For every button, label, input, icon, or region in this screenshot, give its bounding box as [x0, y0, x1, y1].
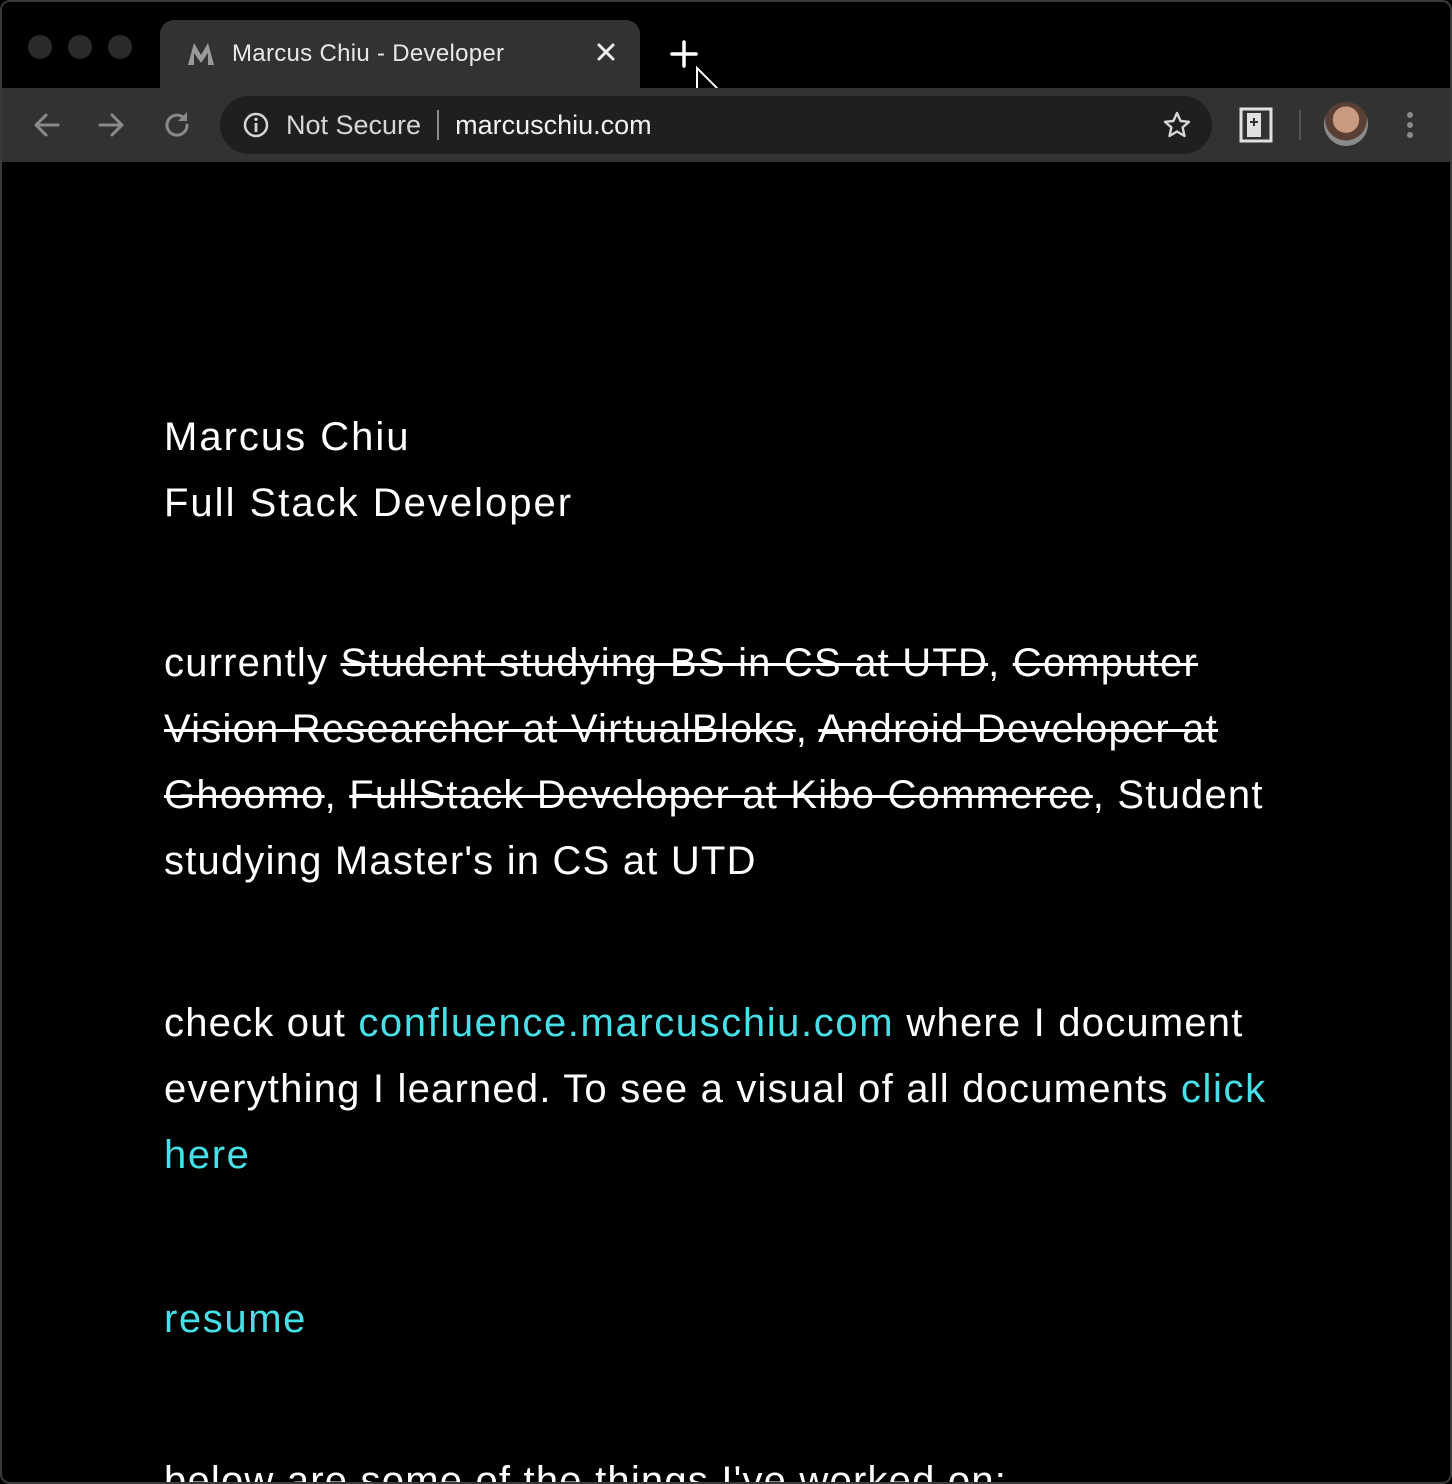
toolbar-divider	[1299, 110, 1301, 140]
avatar[interactable]	[1324, 102, 1368, 146]
current-roles-paragraph: currently Student studying BS in CS at U…	[164, 641, 1264, 883]
back-arrow-icon[interactable]	[30, 108, 64, 142]
page-title: Marcus Chiu	[164, 415, 411, 459]
tab-active[interactable]: Marcus Chiu - Developer	[160, 20, 640, 88]
minimize-window-button[interactable]	[68, 35, 92, 59]
more-vert-icon[interactable]	[1398, 108, 1422, 142]
past-role: FullStack Developer at Kibo Commerce	[349, 773, 1093, 817]
projects-intro: below are some of the things I've worked…	[164, 1459, 1008, 1484]
tab-title: Marcus Chiu - Developer	[232, 40, 505, 67]
window-controls	[28, 35, 132, 59]
security-label: Not Secure	[286, 109, 422, 140]
bookmark-extension-icon[interactable]	[1238, 106, 1274, 144]
confluence-link[interactable]: confluence.marcuschiu.com	[358, 1001, 894, 1045]
info-icon[interactable]	[242, 111, 270, 139]
address-bar[interactable]: Not Secure marcuschiu.com	[220, 96, 1212, 154]
site-favicon-icon	[188, 43, 214, 65]
omnibox-divider	[437, 110, 440, 140]
reload-icon[interactable]	[160, 108, 194, 142]
url-text[interactable]: marcuschiu.com	[455, 110, 652, 141]
close-icon[interactable]	[592, 38, 620, 66]
tab-strip: Marcus Chiu - Developer	[2, 2, 1450, 105]
close-window-button[interactable]	[28, 35, 52, 59]
toolbar: Not Secure marcuschiu.com	[2, 88, 1450, 162]
currently-prefix: currently	[164, 641, 341, 685]
past-role: Student studying BS in CS at UTD	[340, 641, 989, 685]
star-icon[interactable]	[1162, 110, 1192, 140]
checkout-prefix: check out	[164, 1001, 359, 1045]
page-subtitle: Full Stack Developer	[164, 481, 574, 525]
browser-window: Marcus Chiu - Developer Not Secure marcu…	[0, 0, 1452, 1484]
forward-arrow-icon[interactable]	[94, 108, 128, 142]
maximize-window-button[interactable]	[108, 35, 132, 59]
resume-link[interactable]: resume	[164, 1286, 307, 1352]
documentation-paragraph: check out confluence.marcuschiu.com wher…	[164, 990, 1274, 1188]
